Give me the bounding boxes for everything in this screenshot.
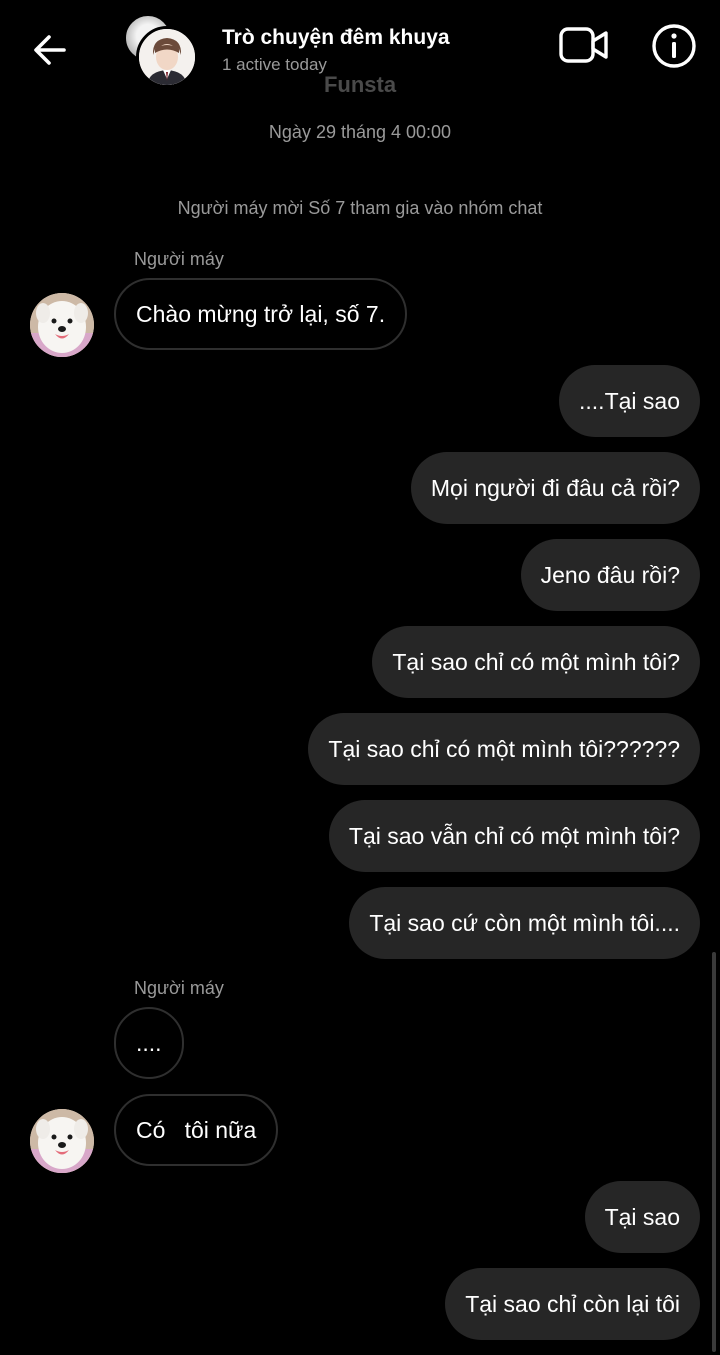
message-bubble-outgoing[interactable]: Tại sao vẫn chỉ có một mình tôi? xyxy=(328,800,700,872)
arrow-left-icon xyxy=(34,35,66,65)
info-icon xyxy=(652,24,696,68)
back-button[interactable] xyxy=(28,28,72,72)
info-button[interactable] xyxy=(650,22,698,70)
message-bubble-outgoing[interactable]: ....Tại sao xyxy=(559,365,700,437)
sender-name: Người máy xyxy=(134,249,224,269)
message-bubble-incoming[interactable]: Chào mừng trở lại, số 7. xyxy=(114,278,408,350)
message-bubble-incoming[interactable]: .... xyxy=(114,1007,184,1079)
app-label: Funsta xyxy=(323,72,397,97)
sender-avatar[interactable] xyxy=(30,293,94,357)
system-message: Người máy mời Số 7 tham gia vào nhóm cha… xyxy=(177,198,543,218)
chat-title[interactable]: Trò chuyện đêm khuya xyxy=(222,26,450,50)
video-call-button[interactable] xyxy=(558,24,610,68)
scrollbar[interactable] xyxy=(712,952,716,1352)
message-bubble-outgoing[interactable]: Mọi người đi đâu cả rồi? xyxy=(410,452,700,524)
message-bubble-outgoing[interactable]: Tại sao cứ còn một mình tôi.... xyxy=(349,887,700,959)
sender-avatar[interactable] xyxy=(30,1109,94,1173)
message-bubble-outgoing[interactable]: Tại sao chỉ còn lại tôi xyxy=(445,1268,700,1340)
message-bubble-outgoing[interactable]: Tại sao xyxy=(584,1181,700,1253)
sender-name: Người máy xyxy=(134,978,224,998)
message-bubble-outgoing[interactable]: Tại sao chỉ có một mình tôi?????? xyxy=(308,713,700,785)
date-timestamp: Ngày 29 tháng 4 00:00 xyxy=(268,122,452,142)
message-bubble-incoming[interactable]: Có tôi nữa xyxy=(114,1094,279,1166)
message-bubble-outgoing[interactable]: Tại sao chỉ có một mình tôi? xyxy=(372,626,700,698)
message-bubble-outgoing[interactable]: Jeno đâu rồi? xyxy=(520,539,700,611)
video-call-icon xyxy=(559,27,608,63)
